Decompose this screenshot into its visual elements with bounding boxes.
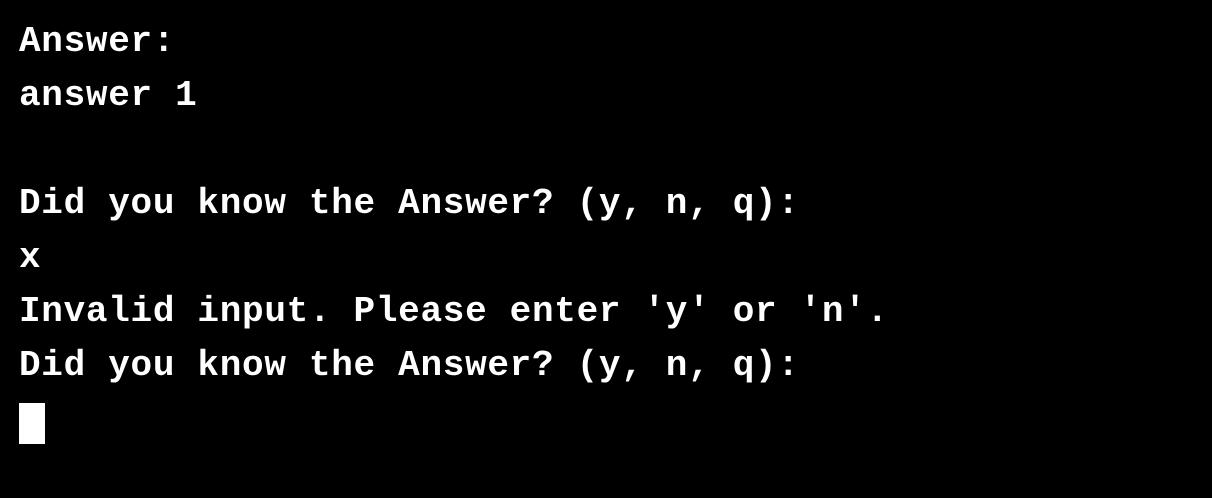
- input-line[interactable]: [19, 393, 1212, 447]
- error-message: Invalid input. Please enter 'y' or 'n'.: [19, 291, 889, 332]
- prompt-line: Did you know the Answer? (y, n, q):: [19, 183, 800, 224]
- answer-heading: Answer:: [19, 21, 176, 62]
- text-cursor: [19, 403, 45, 444]
- prompt-line-repeat: Did you know the Answer? (y, n, q):: [19, 345, 800, 386]
- answer-text: answer 1: [19, 75, 198, 116]
- terminal-window[interactable]: Answer: answer 1 Did you know the Answer…: [0, 0, 1212, 498]
- user-input-line: x: [19, 237, 42, 278]
